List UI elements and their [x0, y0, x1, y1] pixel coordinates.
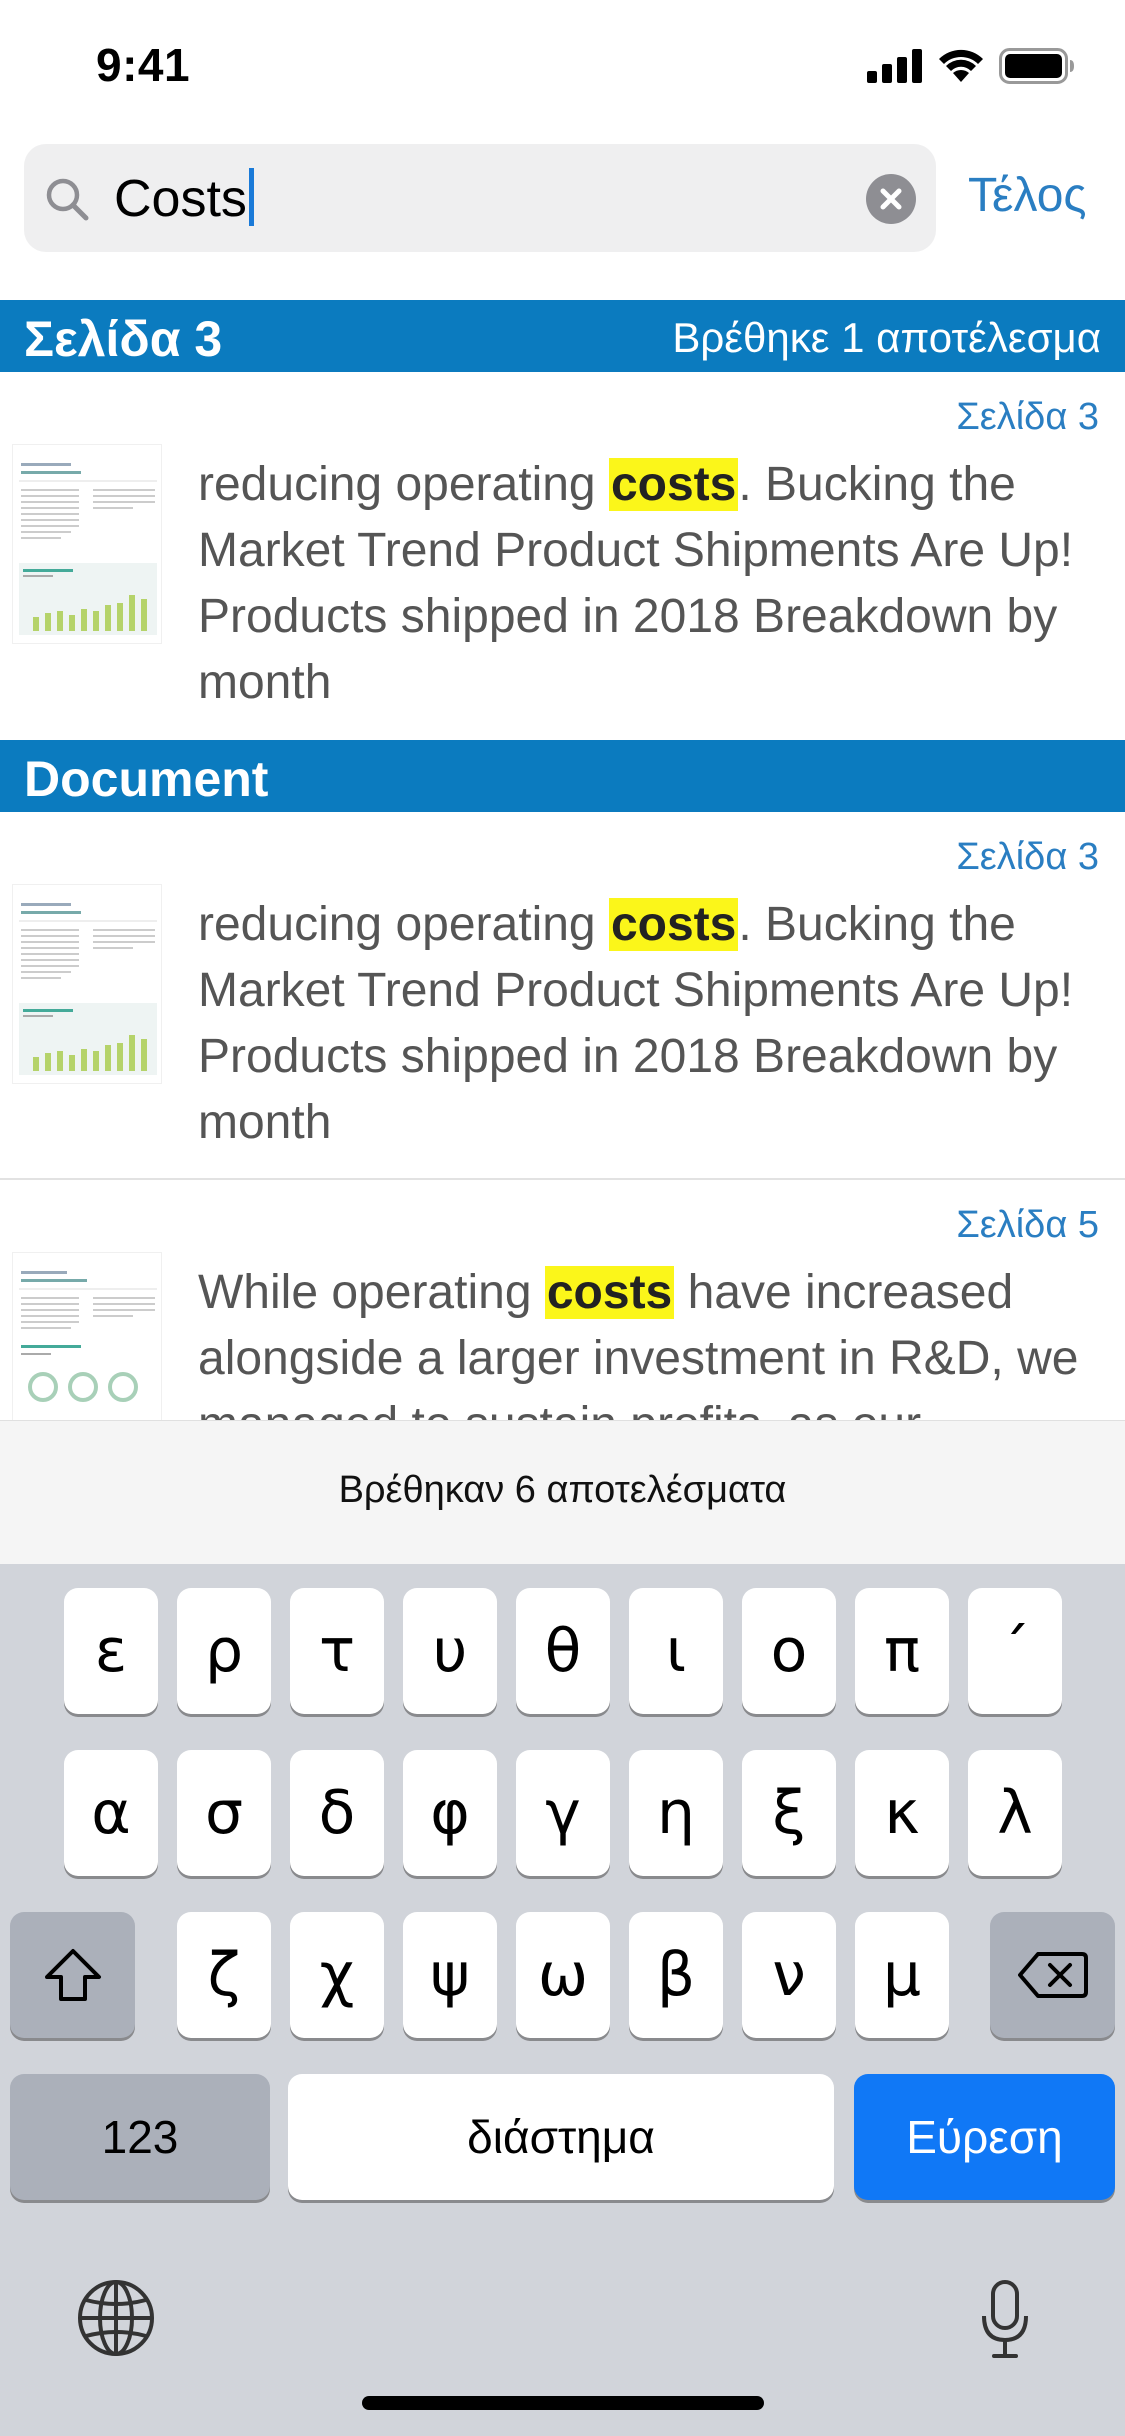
key-zeta[interactable]: ζ	[177, 1912, 271, 2038]
search-field[interactable]: Costs	[24, 144, 936, 252]
key-delta[interactable]: δ	[290, 1750, 384, 1876]
status-time: 9:41	[96, 39, 191, 91]
clear-icon	[880, 188, 902, 210]
result-snippet: reducing operating costs. Bucking the Ma…	[198, 898, 1074, 1149]
result-page-label: Σελίδα 3	[956, 396, 1099, 438]
key-omicron[interactable]: ο	[742, 1588, 836, 1714]
keyboard: ε ρ τ υ θ ι ο π ´ α σ δ φ γ η ξ κ λ ζ χ …	[0, 1564, 1125, 2436]
key-chi[interactable]: χ	[290, 1912, 384, 2038]
key-rho[interactable]: ρ	[177, 1588, 271, 1714]
status-bar: 9:41	[0, 0, 1125, 135]
key-eta[interactable]: η	[629, 1750, 723, 1876]
shift-key[interactable]	[10, 1912, 135, 2038]
battery-icon	[999, 48, 1074, 84]
key-accent[interactable]: ´	[968, 1588, 1062, 1714]
search-icon	[46, 178, 89, 221]
key-gamma[interactable]: γ	[516, 1750, 610, 1876]
key-tau[interactable]: τ	[290, 1588, 384, 1714]
result-snippet: While operating costs have increased alo…	[198, 1266, 1079, 1420]
key-iota[interactable]: ι	[629, 1588, 723, 1714]
key-kappa[interactable]: κ	[855, 1750, 949, 1876]
results-count-label: Βρέθηκαν 6 αποτελέσματα	[338, 1469, 787, 1511]
key-pi[interactable]: π	[855, 1588, 949, 1714]
space-key[interactable]: διάστημα	[288, 2074, 834, 2200]
done-button[interactable]: Τέλος	[968, 168, 1087, 223]
key-psi[interactable]: ψ	[403, 1912, 497, 2038]
key-theta[interactable]: θ	[516, 1588, 610, 1714]
key-upsilon[interactable]: υ	[403, 1588, 497, 1714]
section-title: Σελίδα 3	[24, 311, 223, 367]
match-highlight: costs	[608, 898, 739, 951]
key-lambda[interactable]: λ	[968, 1750, 1062, 1876]
numbers-key[interactable]: 123	[10, 2074, 270, 2200]
shift-icon	[44, 1949, 101, 2001]
match-highlight: costs	[608, 458, 739, 511]
key-mu[interactable]: μ	[855, 1912, 949, 2038]
search-result-item[interactable]: Σελίδα 3 reducing operating costs. Bucki…	[0, 812, 1125, 1178]
key-epsilon[interactable]: ε	[64, 1588, 158, 1714]
result-page-label: Σελίδα 5	[956, 1204, 1099, 1246]
key-sigma[interactable]: σ	[177, 1750, 271, 1876]
key-phi[interactable]: φ	[403, 1750, 497, 1876]
result-snippet: reducing operating costs. Bucking the Ma…	[198, 458, 1074, 709]
text-caret	[248, 168, 254, 226]
page-thumbnail	[12, 444, 162, 644]
section-title: Document	[24, 751, 269, 807]
cellular-signal-icon	[867, 49, 922, 83]
section-result-count: Βρέθηκε 1 αποτέλεσμα	[672, 314, 1101, 361]
search-input[interactable]: Costs	[114, 168, 254, 229]
page-thumbnail	[12, 1252, 162, 1420]
key-xi[interactable]: ξ	[742, 1750, 836, 1876]
search-result-item[interactable]: Σελίδα 3 reducing operating costs. Bucki…	[0, 372, 1125, 738]
section-header-page-3: Σελίδα 3 Βρέθηκε 1 αποτέλεσμα	[0, 300, 1125, 372]
result-page-label: Σελίδα 3	[956, 836, 1099, 878]
microphone-icon[interactable]	[980, 2280, 1030, 2360]
delete-key[interactable]	[990, 1912, 1115, 2038]
delete-icon	[1017, 1952, 1088, 1998]
clear-search-button[interactable]	[866, 174, 916, 224]
page-thumbnail	[12, 884, 162, 1084]
key-nu[interactable]: ν	[742, 1912, 836, 2038]
search-result-item[interactable]: Σελίδα 5 While operating costs have incr…	[0, 1180, 1125, 1420]
key-alpha[interactable]: α	[64, 1750, 158, 1876]
search-key[interactable]: Εύρεση	[854, 2074, 1115, 2200]
wifi-icon	[939, 49, 983, 82]
results-count-bar: Βρέθηκαν 6 αποτελέσματα	[0, 1420, 1125, 1564]
match-highlight: costs	[544, 1266, 675, 1319]
section-header-document: Document	[0, 740, 1125, 812]
key-omega[interactable]: ω	[516, 1912, 610, 2038]
globe-icon[interactable]	[76, 2278, 156, 2358]
home-indicator[interactable]	[362, 2396, 764, 2410]
key-beta[interactable]: β	[629, 1912, 723, 2038]
